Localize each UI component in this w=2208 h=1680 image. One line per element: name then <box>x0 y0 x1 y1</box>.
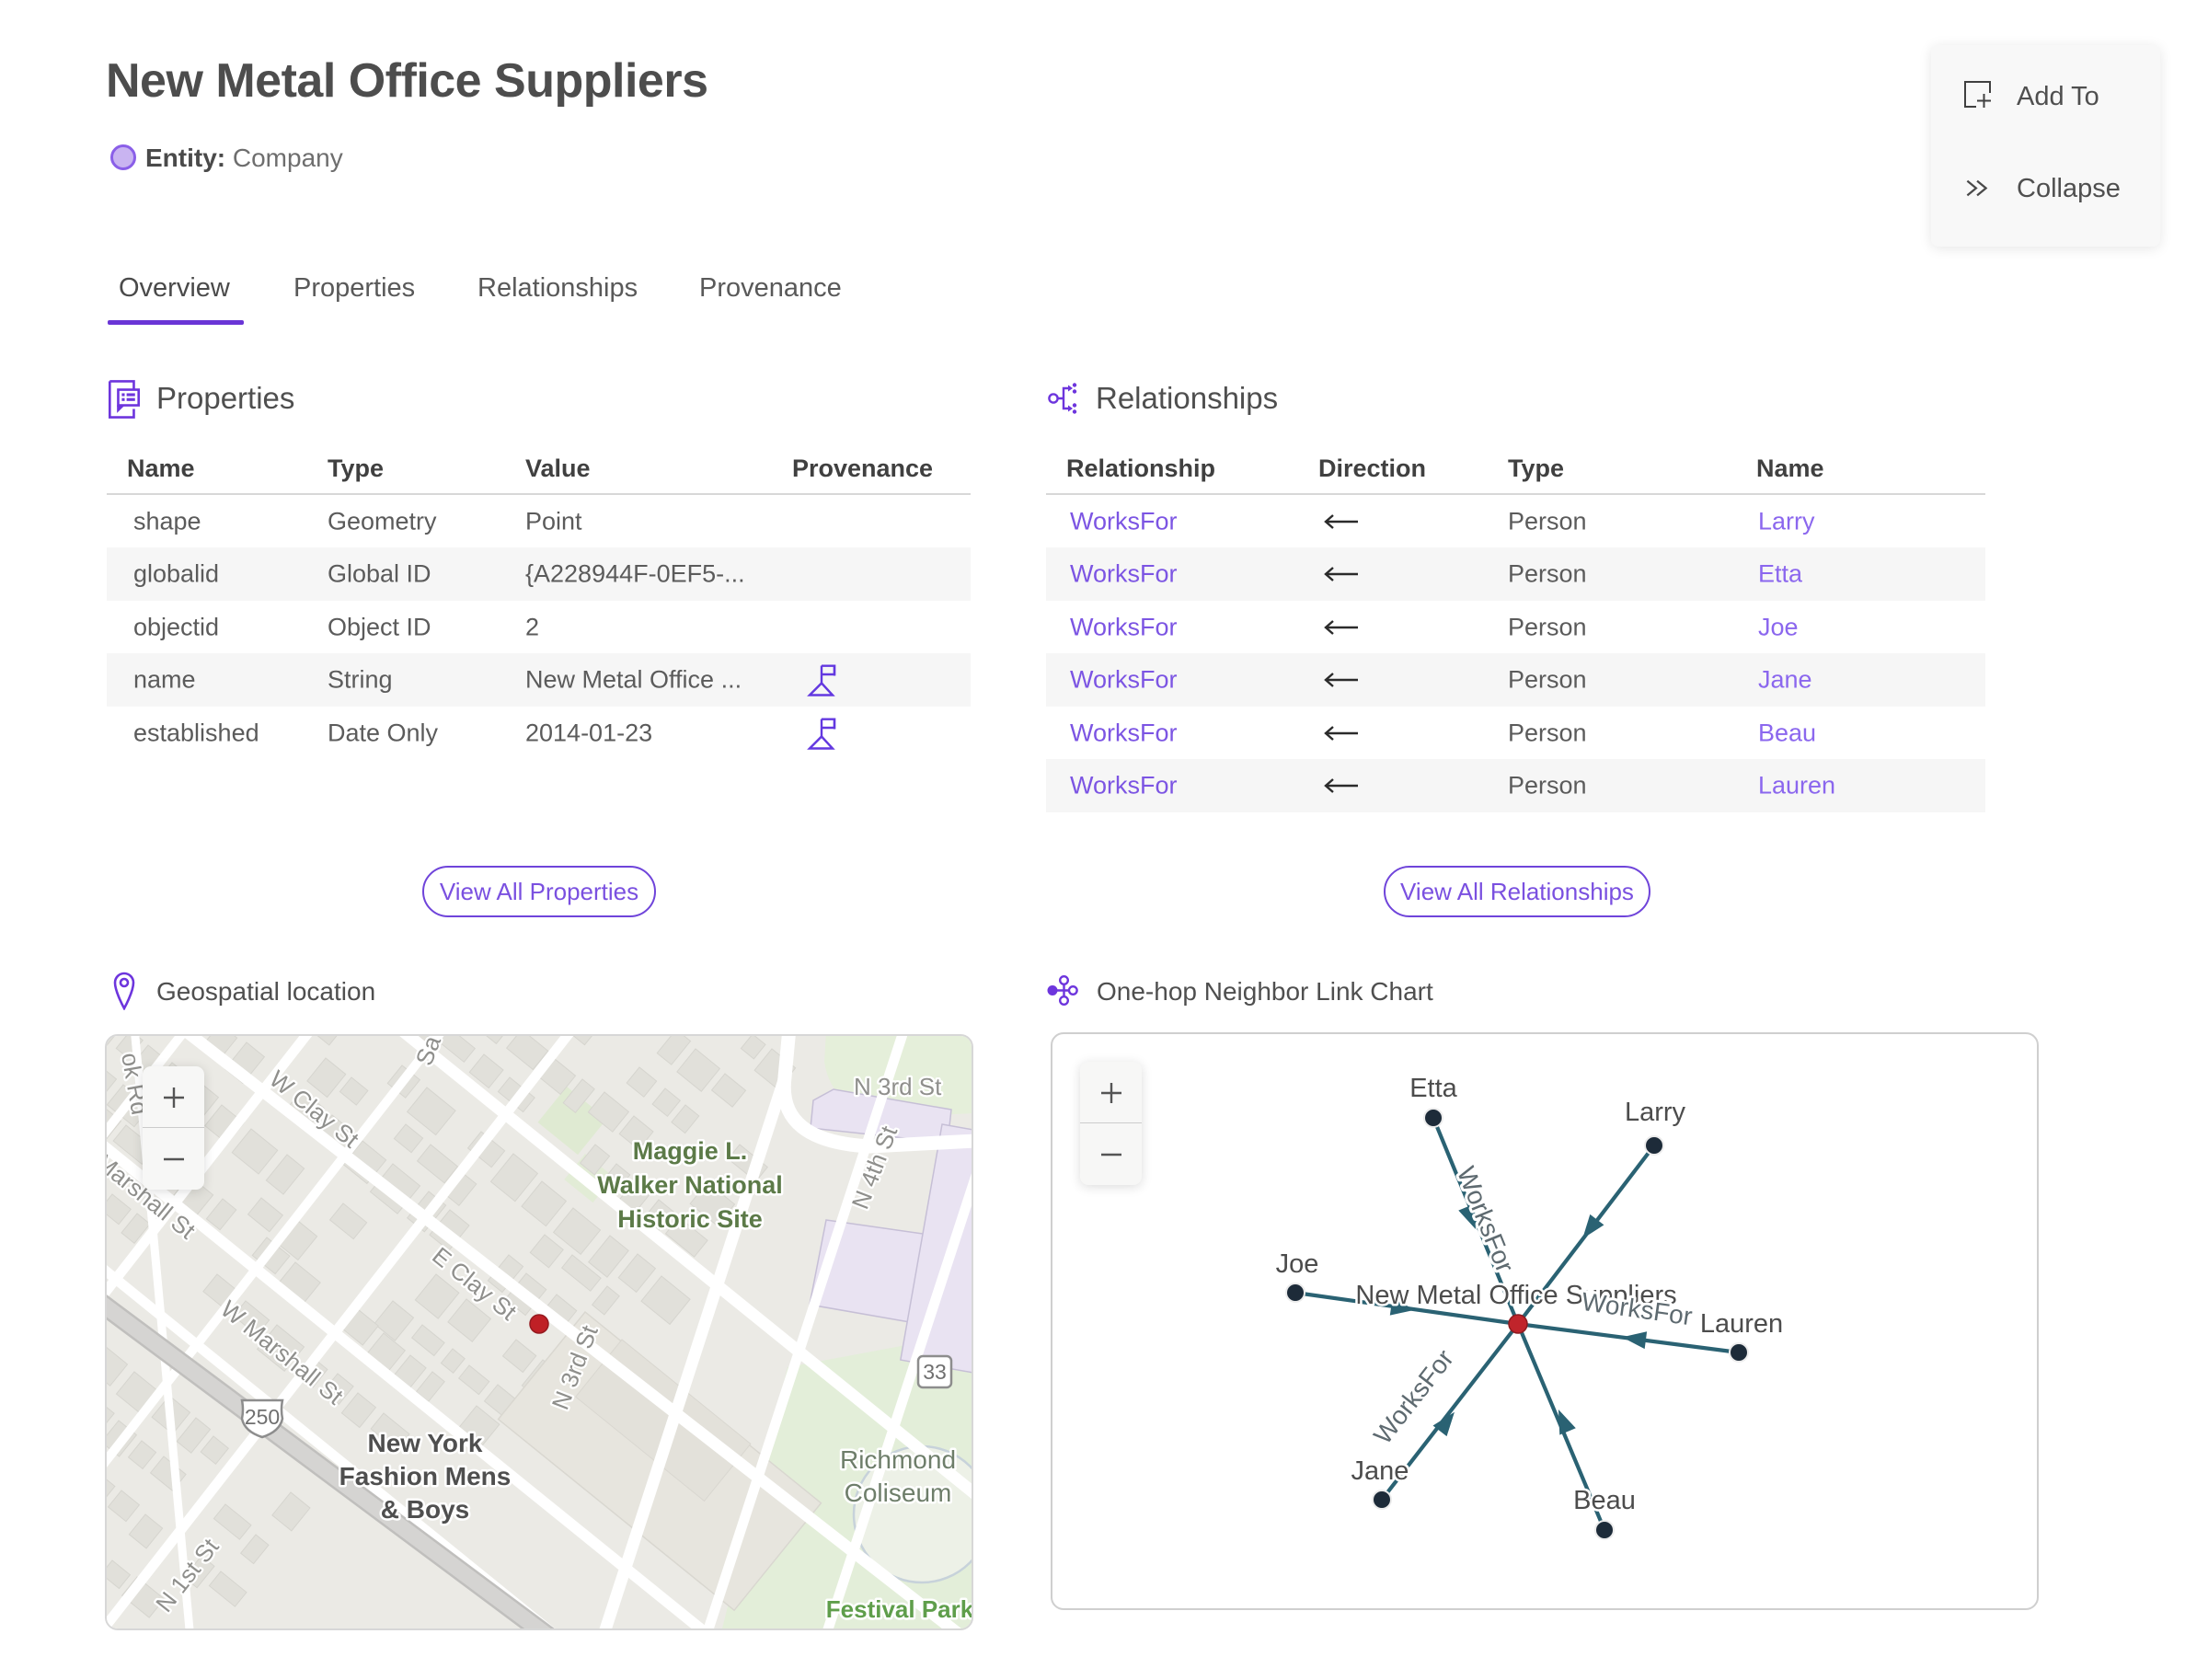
svg-text:250: 250 <box>245 1405 280 1429</box>
svg-text:Larry: Larry <box>1625 1098 1686 1127</box>
svg-text:WorksFor: WorksFor <box>1580 1287 1694 1331</box>
svg-text:Etta: Etta <box>1409 1074 1457 1103</box>
svg-text:& Boys: & Boys <box>381 1495 469 1524</box>
svg-text:Historic Site: Historic Site <box>617 1205 763 1233</box>
svg-text:Joe: Joe <box>1276 1249 1319 1279</box>
svg-text:Fashion Mens: Fashion Mens <box>339 1462 512 1490</box>
svg-text:Festival Park: Festival Park <box>826 1595 973 1623</box>
svg-text:N 3rd St: N 3rd St <box>854 1073 942 1100</box>
svg-text:Maggie L.: Maggie L. <box>633 1137 748 1165</box>
svg-text:Beau: Beau <box>1573 1486 1636 1515</box>
svg-text:New York: New York <box>367 1429 482 1457</box>
svg-text:Jane: Jane <box>1351 1456 1409 1486</box>
svg-text:Walker National: Walker National <box>597 1171 783 1199</box>
svg-text:Coliseum: Coliseum <box>845 1479 952 1507</box>
svg-text:Lauren: Lauren <box>1700 1309 1783 1339</box>
svg-text:Richmond: Richmond <box>840 1445 956 1474</box>
svg-text:33: 33 <box>923 1360 947 1384</box>
svg-text:WorksFor: WorksFor <box>1452 1163 1520 1277</box>
